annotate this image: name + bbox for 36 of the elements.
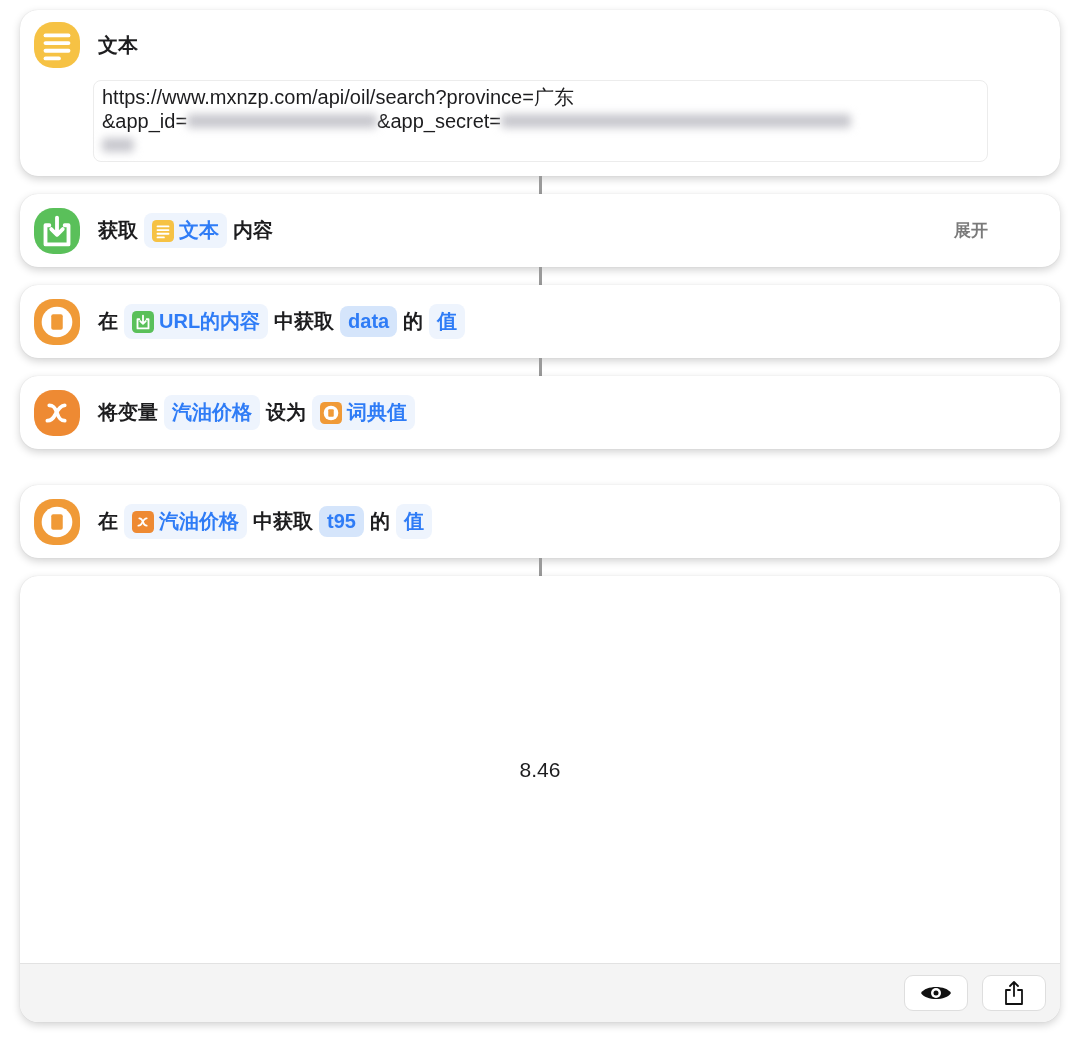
redacted-text (102, 138, 134, 152)
preview-button[interactable] (904, 975, 968, 1011)
expand-button[interactable]: 展开 (954, 219, 988, 242)
dictionary-icon (320, 401, 342, 424)
download-icon (132, 310, 154, 333)
action-text: 获取 (98, 218, 138, 243)
variable-token[interactable]: 词典值 (312, 395, 415, 430)
result-value: 8.46 (519, 757, 561, 782)
share-icon (1004, 980, 1024, 1006)
action-text: 的 (369, 509, 390, 534)
variable-icon (34, 389, 80, 436)
variable-token[interactable]: 汽油价格 (164, 395, 260, 430)
action-text: 中获取 (274, 309, 335, 334)
lines-icon (34, 22, 80, 68)
variable-token[interactable]: URL的内容 (124, 304, 269, 339)
download-icon (34, 207, 80, 254)
variable-token[interactable]: data (340, 306, 398, 337)
variable-token[interactable]: 文本 (144, 213, 227, 248)
share-button[interactable] (982, 975, 1046, 1011)
variable-icon (132, 510, 154, 533)
action-text: 的 (403, 309, 424, 334)
variable-token[interactable]: 值 (395, 504, 432, 539)
action-title: 文本 (98, 32, 138, 58)
dictionary-icon (34, 298, 80, 345)
action-text: 在 (98, 509, 118, 534)
action-text: 在 (98, 309, 118, 334)
action-text: 设为 (266, 400, 306, 425)
variable-token[interactable]: 汽油价格 (124, 504, 247, 539)
action-text: 中获取 (253, 509, 313, 534)
action-text: 内容 (233, 218, 273, 243)
dictionary-icon (34, 498, 80, 545)
text-field[interactable]: https://www.mxnzp.com/api/oil/search?province=广东 &app_id= &app_secret= (93, 80, 988, 162)
action-text: 将变量 (98, 400, 158, 425)
lines-icon (152, 219, 174, 242)
variable-token[interactable]: t95 (319, 506, 364, 537)
variable-token[interactable]: 值 (429, 304, 466, 339)
